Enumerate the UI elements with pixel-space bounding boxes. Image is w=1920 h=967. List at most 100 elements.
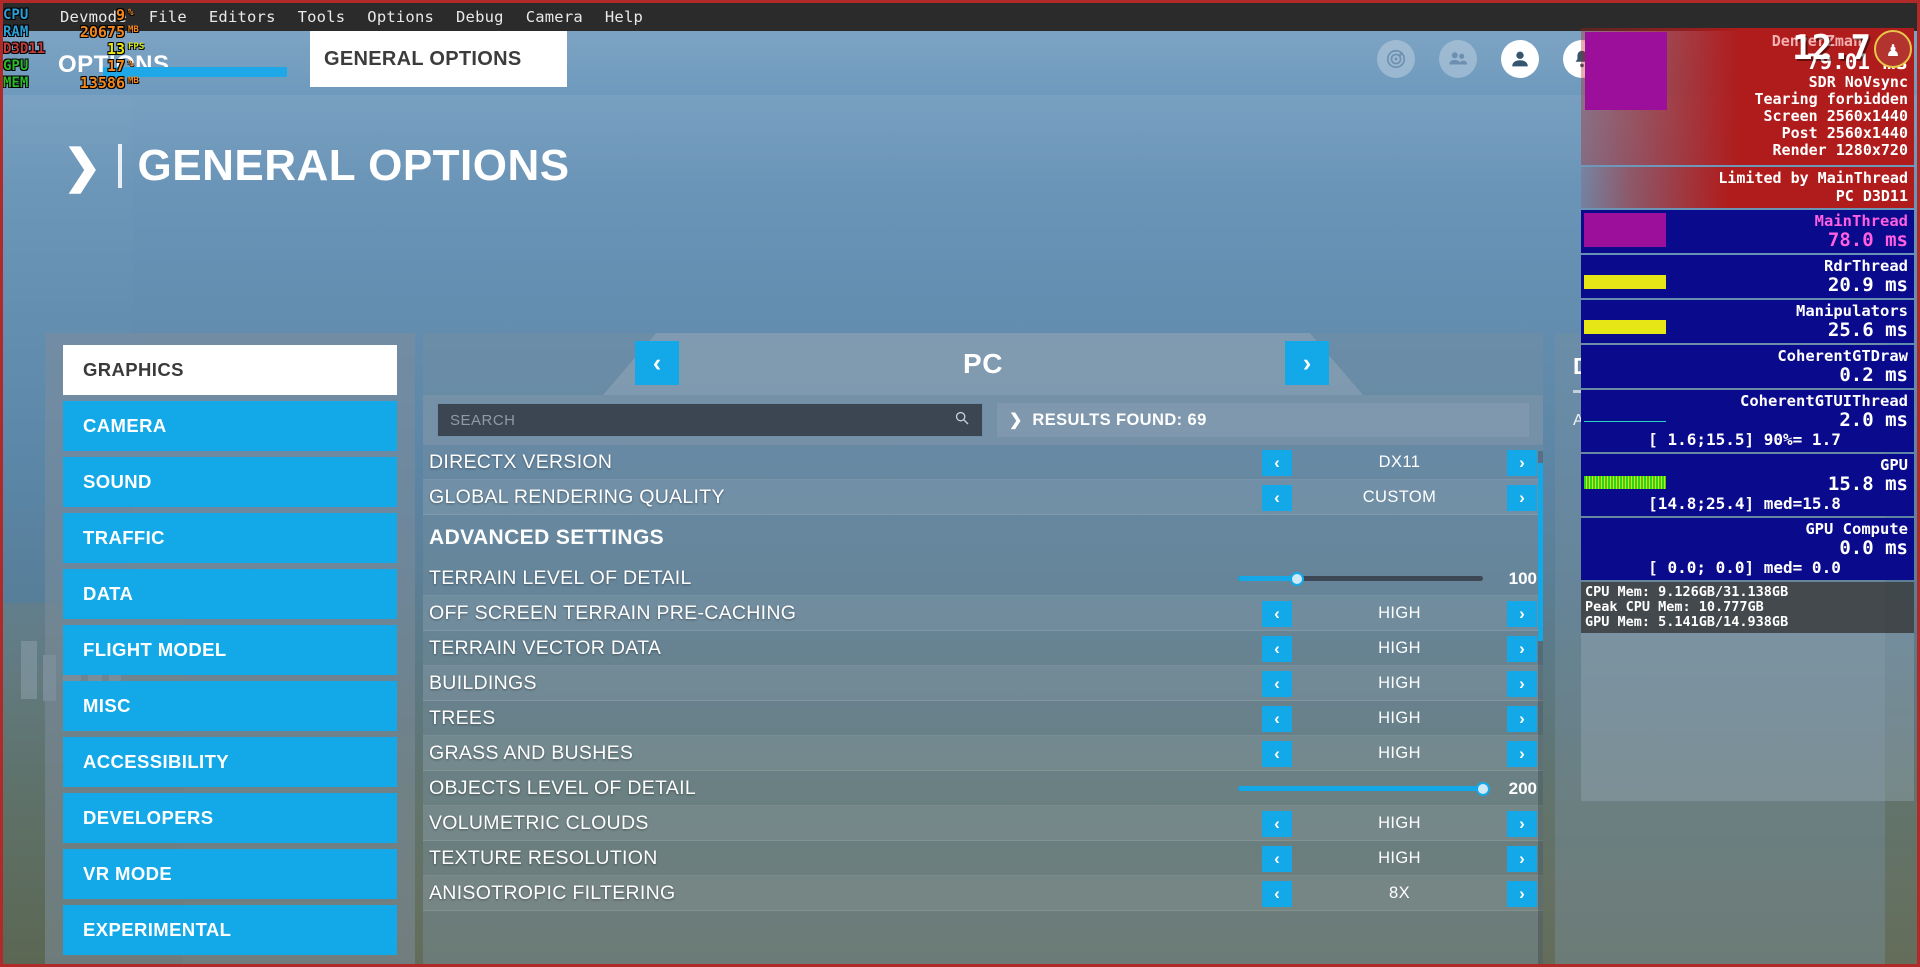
radar-icon-button[interactable] — [1377, 40, 1415, 78]
settings-scrollbar[interactable] — [1538, 451, 1543, 964]
stepper-next-button[interactable]: › — [1507, 600, 1537, 627]
setting-label: TEXTURE RESOLUTION — [429, 846, 658, 869]
menu-item-debug[interactable]: Debug — [445, 8, 515, 26]
menu-item-options[interactable]: Options — [356, 8, 445, 26]
setting-value: HIGH — [1378, 814, 1421, 832]
multiplayer-people-icon — [1449, 52, 1468, 65]
slider-track[interactable] — [1238, 781, 1490, 796]
setting-row-texture-resolution: TEXTURE RESOLUTION ‹ HIGH › — [423, 841, 1543, 876]
perf-render-line: Render 1280x720 — [1772, 141, 1908, 159]
sidebar-item-label: FLIGHT MODEL — [83, 639, 227, 660]
tab-general-options[interactable]: GENERAL OPTIONS — [310, 31, 567, 87]
sidebar-item-experimental[interactable]: EXPERIMENTAL — [63, 905, 397, 955]
settings-scrollbar-thumb[interactable] — [1538, 463, 1543, 641]
search-input[interactable] — [438, 404, 954, 436]
stepper-next-button[interactable]: › — [1507, 635, 1537, 662]
devstat-value: 9 — [115, 6, 125, 24]
setting-stepper: ‹ HIGH › — [1262, 596, 1537, 631]
perf-graph-yellow — [1584, 275, 1666, 289]
results-chevron-icon: ❯ — [1009, 412, 1023, 429]
devstat-row-d3d11: D3D11 13 FPS — [3, 39, 145, 58]
setting-value: CUSTOM — [1362, 488, 1437, 506]
stepper-next-button[interactable]: › — [1507, 740, 1537, 767]
stepper-prev-button[interactable]: ‹ — [1262, 670, 1292, 697]
stepper-prev-button[interactable]: ‹ — [1262, 845, 1292, 872]
stepper-next-button[interactable]: › — [1507, 880, 1537, 907]
setting-stepper: ‹ CUSTOM › — [1262, 480, 1537, 515]
devstat-label: GPU — [3, 58, 29, 74]
devstat-unit: FPS — [128, 42, 145, 52]
stepper-next-button[interactable]: › — [1507, 810, 1537, 837]
stepper-prev-button[interactable]: ‹ — [1262, 600, 1292, 627]
sidebar-item-vr-mode[interactable]: VR MODE — [63, 849, 397, 899]
menu-item-camera[interactable]: Camera — [515, 8, 594, 26]
setting-slider[interactable]: 100 — [1238, 561, 1537, 596]
setting-value: HIGH — [1378, 744, 1421, 762]
setting-slider[interactable]: 200 — [1238, 771, 1537, 806]
slider-knob[interactable] — [1476, 781, 1490, 796]
setting-value: HIGH — [1378, 604, 1421, 622]
stepper-prev-button[interactable]: ‹ — [1262, 635, 1292, 662]
setting-row-global-rendering-quality: GLOBAL RENDERING QUALITY ‹ CUSTOM › — [423, 480, 1543, 515]
slider-fill — [1238, 786, 1483, 791]
setting-label: DIRECTX VERSION — [429, 450, 613, 473]
setting-row-directx-version: DIRECTX VERSION ‹ DX11 › — [423, 445, 1543, 480]
devstat-value: 20675 — [79, 23, 125, 41]
setting-label: ANISOTROPIC FILTERING — [429, 881, 676, 904]
next-platform-button[interactable]: › — [1285, 341, 1329, 385]
sidebar-item-developers[interactable]: DEVELOPERS — [63, 793, 397, 843]
sidebar-item-graphics[interactable]: GRAPHICS — [63, 345, 397, 395]
profile-icon-button[interactable] — [1501, 40, 1539, 78]
app-root: Devmode File Editors Tools Options Debug… — [0, 0, 1920, 967]
stepper-prev-button[interactable]: ‹ — [1262, 740, 1292, 767]
sidebar-item-sound[interactable]: SOUND — [63, 457, 397, 507]
slider-value: 200 — [1508, 778, 1537, 798]
sidebar-item-flight-model[interactable]: FLIGHT MODEL — [63, 625, 397, 675]
slider-track[interactable] — [1238, 571, 1483, 586]
sidebar-item-misc[interactable]: MISC — [63, 681, 397, 731]
menu-item-editors[interactable]: Editors — [198, 8, 287, 26]
perf-thread-manipulators: Manipulators 25.6 ms — [1581, 300, 1914, 343]
stepper-next-button[interactable]: › — [1507, 449, 1537, 476]
stepper-next-button[interactable]: › — [1507, 845, 1537, 872]
perf-thread-gpu-compute: GPU Compute 0.0 ms [ 0.0; 0.0] med= 0.0 — [1581, 518, 1914, 580]
performance-overlay: DenverZman 12.7 ♟ 79.01 ms SDR NoVsync T… — [1581, 28, 1914, 801]
sidebar-item-label: VR MODE — [83, 863, 173, 884]
stepper-prev-button[interactable]: ‹ — [1262, 880, 1292, 907]
multiplayer-icon-button[interactable] — [1439, 40, 1477, 78]
perf-thread-ms: 0.0 ms — [1839, 537, 1908, 559]
setting-label: GRASS AND BUSHES — [429, 741, 634, 764]
stepper-prev-button[interactable]: ‹ — [1262, 810, 1292, 837]
sidebar-item-accessibility[interactable]: ACCESSIBILITY — [63, 737, 397, 787]
stepper-prev-button[interactable]: ‹ — [1262, 705, 1292, 732]
setting-value: HIGH — [1378, 674, 1421, 692]
stepper-prev-button[interactable]: ‹ — [1262, 484, 1292, 511]
setting-stepper: ‹ HIGH › — [1262, 806, 1537, 841]
setting-row-off-screen-terrain-pre-caching: OFF SCREEN TERRAIN PRE-CACHING ‹ HIGH › — [423, 596, 1543, 631]
sidebar-item-camera[interactable]: CAMERA — [63, 401, 397, 451]
search-row: ❯ RESULTS FOUND: 69 — [423, 395, 1543, 445]
prev-platform-button[interactable]: ‹ — [635, 341, 679, 385]
sidebar-item-traffic[interactable]: TRAFFIC — [63, 513, 397, 563]
setting-value: HIGH — [1378, 849, 1421, 867]
menu-item-file[interactable]: File — [138, 8, 198, 26]
menu-item-help[interactable]: Help — [594, 8, 654, 26]
perf-thread-coherentgtdraw: CoherentGTDraw 0.2 ms — [1581, 345, 1914, 388]
perf-graph-yellow — [1584, 320, 1666, 334]
sidebar-item-data[interactable]: DATA — [63, 569, 397, 619]
stepper-next-button[interactable]: › — [1507, 670, 1537, 697]
stepper-prev-button[interactable]: ‹ — [1262, 449, 1292, 476]
stepper-next-button[interactable]: › — [1507, 705, 1537, 732]
devstat-value: 13 — [106, 40, 125, 58]
perf-thread-name: GPU — [1880, 456, 1908, 474]
platform-tab-strip: PC ‹ › — [423, 333, 1543, 395]
setting-value: 8X — [1389, 884, 1410, 902]
menu-item-tools[interactable]: Tools — [287, 8, 357, 26]
stepper-next-button[interactable]: › — [1507, 484, 1537, 511]
setting-row-terrain-vector-data: TERRAIN VECTOR DATA ‹ HIGH › — [423, 631, 1543, 666]
search-box[interactable] — [437, 403, 983, 437]
sidebar-item-label: SOUND — [83, 471, 152, 492]
platform-tab-label: PC — [963, 348, 1003, 379]
setting-row-buildings: BUILDINGS ‹ HIGH › — [423, 666, 1543, 701]
slider-knob[interactable] — [1289, 571, 1304, 586]
